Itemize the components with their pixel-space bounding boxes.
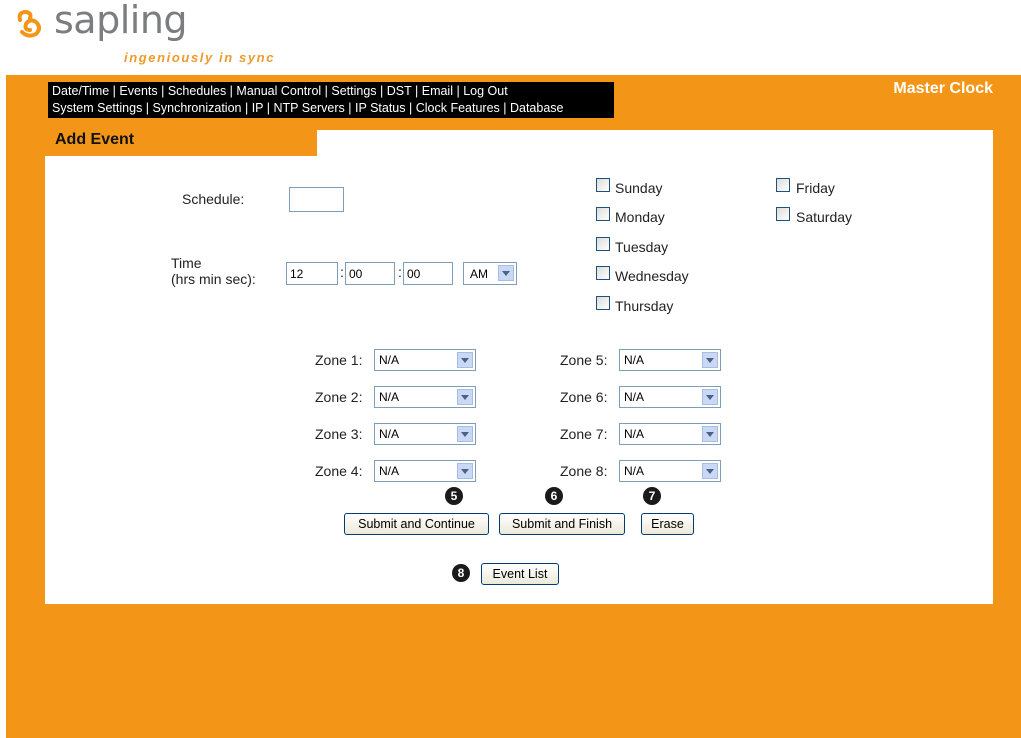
- nav-link-dst[interactable]: DST: [387, 84, 412, 98]
- seconds-input[interactable]: [403, 262, 453, 285]
- callout-badge-6: 6: [545, 487, 563, 505]
- nav-link-manual-control[interactable]: Manual Control: [236, 84, 321, 98]
- zone-4-select[interactable]: N/A: [374, 460, 476, 482]
- checkbox-wednesday[interactable]: [596, 266, 610, 280]
- zone-3-value: N/A: [379, 427, 400, 441]
- chevron-down-icon: [498, 265, 514, 281]
- chevron-down-icon: [702, 352, 718, 368]
- page-title: Add Event: [55, 131, 135, 148]
- page-title-tab: Add Event: [45, 129, 317, 156]
- nav-link-ip[interactable]: IP: [252, 101, 264, 115]
- zone-label: Zone 8:: [560, 463, 608, 479]
- zone-3-select[interactable]: N/A: [374, 423, 476, 445]
- checkbox-monday[interactable]: [596, 207, 610, 221]
- nav-row-secondary: System Settings | Synchronization | IP |…: [52, 101, 564, 115]
- ampm-select[interactable]: AM: [463, 262, 517, 285]
- zone-label: Zone 7:: [560, 426, 608, 442]
- main-navigation: Date/Time | Events | Schedules | Manual …: [48, 82, 614, 118]
- event-list-button[interactable]: Event List: [481, 563, 559, 585]
- checkbox-friday[interactable]: [776, 178, 790, 192]
- nav-link-events[interactable]: Events: [119, 84, 157, 98]
- chevron-down-icon: [457, 426, 473, 442]
- checkbox-tuesday[interactable]: [596, 237, 610, 251]
- zone-7-value: N/A: [624, 427, 645, 441]
- day-label-friday: Friday: [796, 180, 835, 196]
- zone-2-select[interactable]: N/A: [374, 386, 476, 408]
- nav-link-logout[interactable]: Log Out: [463, 84, 507, 98]
- callout-badge-5: 5: [445, 487, 463, 505]
- time-label-line1: Time: [171, 255, 202, 271]
- day-label-tuesday: Tuesday: [615, 239, 669, 255]
- zone-6-value: N/A: [624, 390, 645, 404]
- day-label-thursday: Thursday: [615, 298, 674, 314]
- hours-input[interactable]: [286, 262, 338, 285]
- zone-4-value: N/A: [379, 464, 400, 478]
- zone-label: Zone 5:: [560, 352, 608, 368]
- checkbox-thursday[interactable]: [596, 296, 610, 310]
- brand-name: sapling: [54, 0, 188, 42]
- zone-8-select[interactable]: N/A: [619, 460, 721, 482]
- time-label-line2: (hrs min sec):: [171, 271, 256, 287]
- schedule-label: Schedule:: [182, 191, 245, 207]
- zone-5-select[interactable]: N/A: [619, 349, 721, 371]
- zone-8-value: N/A: [624, 464, 645, 478]
- zone-1-select[interactable]: N/A: [374, 349, 476, 371]
- brand-tagline: ingeniously in sync: [124, 50, 276, 65]
- zone-1-value: N/A: [379, 353, 400, 367]
- nav-link-synchronization[interactable]: Synchronization: [153, 101, 242, 115]
- time-separator: :: [398, 264, 402, 280]
- nav-row-primary: Date/Time | Events | Schedules | Manual …: [52, 84, 508, 98]
- day-label-monday: Monday: [615, 209, 665, 225]
- day-label-sunday: Sunday: [615, 180, 663, 196]
- nav-link-ntp-servers[interactable]: NTP Servers: [273, 101, 344, 115]
- zone-label: Zone 3:: [315, 426, 363, 442]
- chevron-down-icon: [457, 463, 473, 479]
- zone-6-select[interactable]: N/A: [619, 386, 721, 408]
- nav-link-clock-features[interactable]: Clock Features: [416, 101, 500, 115]
- day-label-wednesday: Wednesday: [615, 268, 689, 284]
- chevron-down-icon: [702, 389, 718, 405]
- callout-badge-8: 8: [452, 564, 470, 582]
- chevron-down-icon: [457, 389, 473, 405]
- nav-link-schedules[interactable]: Schedules: [168, 84, 226, 98]
- zone-5-value: N/A: [624, 353, 645, 367]
- zone-label: Zone 4:: [315, 463, 363, 479]
- chevron-down-icon: [702, 463, 718, 479]
- ampm-value: AM: [470, 267, 488, 281]
- time-label: Time (hrs min sec):: [171, 255, 256, 287]
- checkbox-sunday[interactable]: [596, 178, 610, 192]
- nav-link-datetime[interactable]: Date/Time: [52, 84, 109, 98]
- nav-link-system-settings[interactable]: System Settings: [52, 101, 142, 115]
- nav-link-email[interactable]: Email: [422, 84, 453, 98]
- erase-button[interactable]: Erase: [641, 513, 694, 535]
- time-separator: :: [340, 264, 344, 280]
- zone-label: Zone 2:: [315, 389, 363, 405]
- sapling-swirl-icon: [17, 9, 41, 38]
- chevron-down-icon: [702, 426, 718, 442]
- chevron-down-icon: [457, 352, 473, 368]
- schedule-input[interactable]: [289, 187, 344, 212]
- minutes-input[interactable]: [345, 262, 395, 285]
- zone-7-select[interactable]: N/A: [619, 423, 721, 445]
- callout-badge-7: 7: [643, 487, 661, 505]
- header-title: Master Clock: [893, 80, 993, 97]
- zone-label: Zone 6:: [560, 389, 608, 405]
- zone-2-value: N/A: [379, 390, 400, 404]
- submit-and-continue-button[interactable]: Submit and Continue: [344, 513, 489, 535]
- day-label-saturday: Saturday: [796, 209, 853, 225]
- nav-link-ip-status[interactable]: IP Status: [355, 101, 406, 115]
- submit-and-finish-button[interactable]: Submit and Finish: [499, 513, 625, 535]
- nav-link-database[interactable]: Database: [510, 101, 564, 115]
- checkbox-saturday[interactable]: [776, 207, 790, 221]
- zone-label: Zone 1:: [315, 352, 363, 368]
- nav-link-settings[interactable]: Settings: [331, 84, 376, 98]
